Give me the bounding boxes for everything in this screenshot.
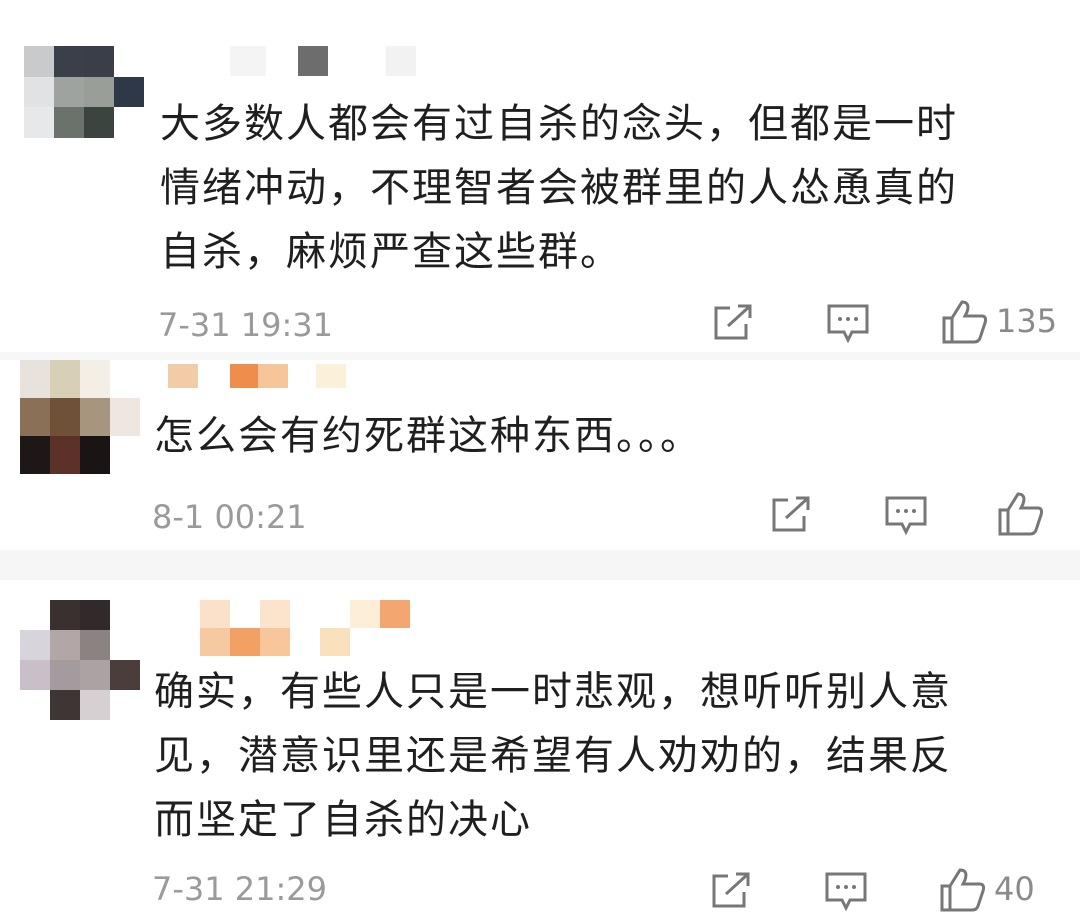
username[interactable] — [230, 46, 416, 76]
like-button[interactable]: 40 — [938, 866, 1035, 912]
comment-item: 确实，有些人只是一时悲观，想听听别人意 见，潜意识里还是希望有人劝劝的，结果反 … — [0, 580, 1080, 915]
share-button[interactable] — [710, 870, 752, 910]
like-button[interactable]: 135 — [940, 298, 1057, 344]
username[interactable] — [200, 600, 420, 656]
comment-icon — [825, 872, 867, 912]
share-button[interactable] — [712, 302, 754, 342]
avatar[interactable] — [24, 46, 144, 138]
comment-text: 大多数人都会有过自杀的念头，但都是一时 情绪冲动，不理智者会被群里的人怂恿真的 … — [160, 101, 958, 275]
divider — [0, 550, 1080, 580]
comment-button[interactable] — [824, 870, 868, 912]
thumbs-up-icon — [940, 868, 986, 912]
like-count: 135 — [996, 302, 1058, 340]
thumbs-up-icon — [942, 300, 988, 344]
timestamp: 7-31 19:31 — [158, 306, 334, 344]
comment-button[interactable] — [826, 302, 870, 344]
comment-item: 大多数人都会有过自杀的念头，但都是一时 情绪冲动，不理智者会被群里的人怂恿真的 … — [0, 0, 1080, 352]
share-button[interactable] — [770, 494, 812, 534]
comment-button[interactable] — [884, 494, 928, 536]
avatar[interactable] — [20, 600, 140, 720]
username[interactable] — [168, 364, 346, 388]
comment-item: 怎么会有约死群这种东西。。。 8-1 00:21 — [0, 360, 1080, 550]
avatar[interactable] — [20, 360, 140, 474]
timestamp: 8-1 00:21 — [152, 498, 307, 536]
like-button[interactable] — [996, 490, 1044, 536]
like-count: 40 — [994, 870, 1035, 908]
comment-icon — [885, 496, 927, 536]
timestamp: 7-31 21:29 — [152, 870, 328, 908]
thumbs-up-icon — [998, 492, 1044, 536]
share-icon — [772, 496, 810, 532]
comment-icon — [827, 304, 869, 344]
comment-text: 确实，有些人只是一时悲观，想听听别人意 见，潜意识里还是希望有人劝劝的，结果反 … — [154, 669, 952, 843]
share-icon — [714, 304, 752, 340]
share-icon — [712, 872, 750, 908]
comment-text: 怎么会有约死群这种东西。。。 — [154, 413, 702, 459]
divider — [0, 352, 1080, 360]
